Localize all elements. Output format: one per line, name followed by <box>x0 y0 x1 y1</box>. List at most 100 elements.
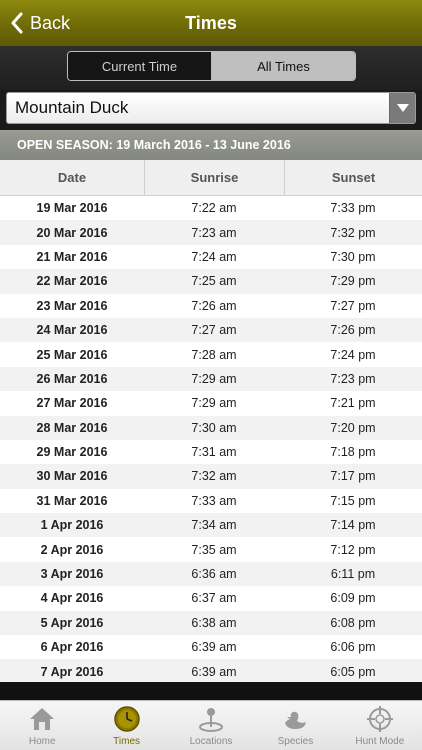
open-season-text: OPEN SEASON: 19 March 2016 - 13 June 201… <box>17 138 291 152</box>
sunset-cell: 7:17 pm <box>330 469 376 484</box>
species-select[interactable]: Mountain Duck <box>6 92 416 124</box>
tab-times-label: Times <box>113 736 141 747</box>
tab-species[interactable]: Species <box>253 701 337 750</box>
date-cell: 19 Mar 2016 <box>36 201 108 216</box>
sunrise-cell: 7:33 am <box>191 493 237 508</box>
map-pin-icon <box>199 708 224 732</box>
table-row: 4 Apr 2016 6:37 am 6:09 pm <box>0 586 422 610</box>
species-selected-value: Mountain Duck <box>15 98 129 117</box>
tab-home-label: Home <box>28 736 56 747</box>
sunrise-cell: 7:22 am <box>191 201 237 216</box>
crosshair-icon <box>366 706 393 732</box>
table-row: 31 Mar 2016 7:33 am 7:15 pm <box>0 489 422 513</box>
nav-bar: Back Times <box>0 0 422 46</box>
table-header: Date Sunrise Sunset <box>0 160 422 196</box>
chevron-left-icon <box>11 12 23 34</box>
table-bottom-spacer <box>0 682 422 700</box>
date-cell: 2 Apr 2016 <box>40 542 104 557</box>
table-row: 24 Mar 2016 7:27 am 7:26 pm <box>0 317 422 343</box>
sunset-cell: 7:15 pm <box>330 493 376 508</box>
table-body: 19 Mar 2016 7:22 am 7:33 pm 20 Mar 2016 7:23… <box>0 196 422 682</box>
date-cell: 29 Mar 2016 <box>36 445 108 460</box>
sunset-cell: 7:27 pm <box>330 298 376 313</box>
header-sunrise: Sunrise <box>144 160 284 195</box>
sunset-cell: 7:12 pm <box>330 542 376 557</box>
back-button[interactable]: Back <box>10 8 70 38</box>
page-title: Times <box>185 12 237 33</box>
date-cell: 22 Mar 2016 <box>36 274 108 289</box>
sunrise-cell: 6:39 am <box>191 640 237 655</box>
tab-locations[interactable]: Locations <box>169 701 253 750</box>
sunset-cell: 7:32 pm <box>330 225 376 240</box>
date-cell: 20 Mar 2016 <box>36 225 108 240</box>
date-cell: 25 Mar 2016 <box>36 347 108 362</box>
times-table: Date Sunrise Sunset 19 Mar 2016 7:22 am 7:… <box>0 160 422 682</box>
tab-home[interactable]: Home <box>0 701 84 750</box>
sunset-cell: 7:14 pm <box>330 518 376 533</box>
table-row: 19 Mar 2016 7:22 am 7:33 pm <box>0 196 422 220</box>
sunrise-cell: 6:37 am <box>191 591 237 606</box>
tab-times[interactable]: Times <box>84 701 168 750</box>
tab-hunt-mode-label: Hunt Mode <box>355 736 405 747</box>
table-row: 20 Mar 2016 7:23 am 7:32 pm <box>0 220 422 245</box>
sunrise-cell: 7:23 am <box>191 225 237 240</box>
date-cell: 21 Mar 2016 <box>36 249 108 264</box>
time-mode-segmented-control: Current Time All Times <box>67 51 356 81</box>
table-row: 3 Apr 2016 6:36 am 6:11 pm <box>0 561 422 587</box>
table-row: 5 Apr 2016 6:38 am 6:08 pm <box>0 610 422 636</box>
date-cell: 26 Mar 2016 <box>36 371 108 386</box>
sunset-cell: 6:05 pm <box>330 664 376 679</box>
table-row: 7 Apr 2016 6:39 am 6:05 pm <box>0 659 422 682</box>
date-cell: 28 Mar 2016 <box>36 420 108 435</box>
sunset-cell: 7:24 pm <box>330 347 376 362</box>
sunrise-cell: 7:35 am <box>191 542 237 557</box>
sunrise-cell: 6:39 am <box>191 664 237 679</box>
date-cell: 6 Apr 2016 <box>40 640 104 655</box>
header-date: Date <box>57 170 87 185</box>
segment-all-times[interactable]: All Times <box>212 52 355 80</box>
date-cell: 24 Mar 2016 <box>36 323 108 338</box>
header-sunset: Sunset <box>284 160 422 195</box>
table-row: 29 Mar 2016 7:31 am 7:18 pm <box>0 440 422 464</box>
dropdown-arrow-icon[interactable] <box>389 93 415 123</box>
date-cell: 23 Mar 2016 <box>36 298 108 313</box>
sunset-cell: 7:23 pm <box>330 371 376 386</box>
table-row: 27 Mar 2016 7:29 am 7:21 pm <box>0 391 422 415</box>
sunrise-cell: 7:29 am <box>191 396 237 411</box>
sunrise-cell: 7:28 am <box>191 347 237 362</box>
sunset-cell: 7:18 pm <box>330 445 376 460</box>
date-cell: 27 Mar 2016 <box>36 396 108 411</box>
sunset-cell: 7:26 pm <box>330 323 376 338</box>
table-row: 6 Apr 2016 6:39 am 6:06 pm <box>0 635 422 659</box>
sunrise-cell: 7:24 am <box>191 249 237 264</box>
segment-current-time[interactable]: Current Time <box>68 52 212 80</box>
sunrise-cell: 7:31 am <box>191 445 237 460</box>
sunset-cell: 6:11 pm <box>330 567 376 582</box>
table-row: 28 Mar 2016 7:30 am 7:20 pm <box>0 415 422 440</box>
sunset-cell: 6:06 pm <box>330 640 376 655</box>
house-icon <box>30 708 55 730</box>
sunset-cell: 7:20 pm <box>330 420 376 435</box>
tab-species-label: Species <box>277 736 314 747</box>
table-row: 22 Mar 2016 7:25 am 7:29 pm <box>0 269 422 294</box>
sunset-cell: 7:33 pm <box>330 201 376 216</box>
sunrise-cell: 6:38 am <box>191 615 237 630</box>
sunrise-cell: 7:32 am <box>191 469 237 484</box>
segment-area: Current Time All Times <box>0 46 422 90</box>
sunrise-cell: 7:29 am <box>191 371 237 386</box>
table-row: 26 Mar 2016 7:29 am 7:23 pm <box>0 366 422 392</box>
date-cell: 3 Apr 2016 <box>40 567 104 582</box>
sunset-cell: 7:30 pm <box>330 249 376 264</box>
sunrise-cell: 7:34 am <box>191 518 237 533</box>
sunrise-cell: 7:26 am <box>191 298 237 313</box>
sunset-cell: 6:08 pm <box>330 615 376 630</box>
tab-hunt-mode[interactable]: Hunt Mode <box>338 701 422 750</box>
sunrise-cell: 7:30 am <box>191 420 237 435</box>
table-row: 30 Mar 2016 7:32 am 7:17 pm <box>0 464 422 489</box>
date-cell: 4 Apr 2016 <box>40 591 104 606</box>
open-season-banner: OPEN SEASON: 19 March 2016 - 13 June 201… <box>0 130 422 160</box>
table-row: 25 Mar 2016 7:28 am 7:24 pm <box>0 342 422 366</box>
sunrise-cell: 6:36 am <box>191 567 237 582</box>
clock-icon <box>113 706 140 732</box>
date-cell: 7 Apr 2016 <box>40 664 104 679</box>
